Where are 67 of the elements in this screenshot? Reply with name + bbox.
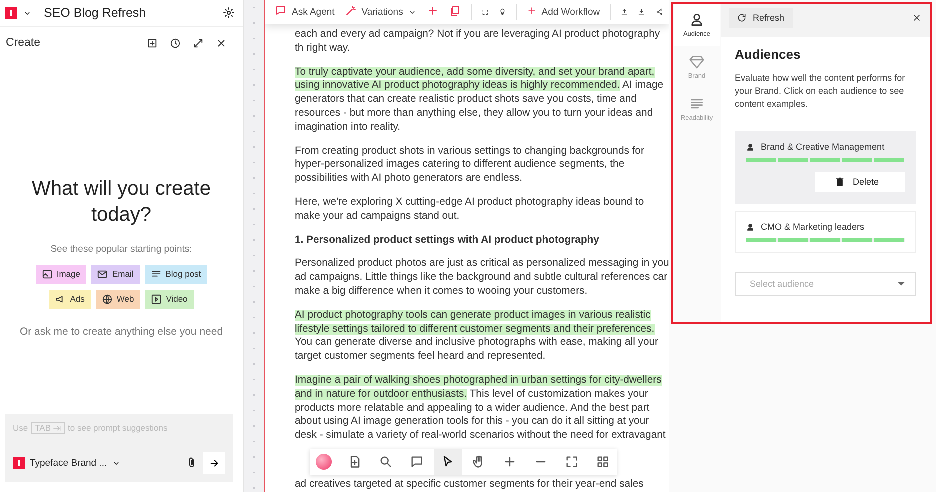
plus-icon <box>503 455 517 469</box>
paragraph: Here, we're exploring X cutting-edge AI product photography ideas bound to make your ad campaigns stand out. <box>295 196 646 224</box>
paragraph: From creating product shots in various settings to changing backgrounds for hyper-personalized images catering to different audience segments, the possibilities with AI photo generators are endless. <box>295 144 646 186</box>
project-title: SEO Blog Refresh <box>44 6 146 20</box>
cursor-icon <box>441 455 455 469</box>
variations-button[interactable]: Variations <box>344 4 418 20</box>
close-icon <box>912 13 922 23</box>
magic-wand-icon <box>344 4 357 17</box>
brand-selector[interactable]: Typeface Brand ... <box>30 458 108 468</box>
paragraph: To truly captivate your audience, add some diversity, and set your brand apart, using innovative AI product photography ideas is highly recommended. AI image generators that can create realistic product shots save you costs, time and resources - but more than anything else, they allow you to turn your ideas and imagination into reality. <box>295 66 665 135</box>
send-button[interactable] <box>203 452 225 474</box>
new-chat-icon <box>147 38 158 48</box>
starting-point-chip[interactable]: Ads <box>49 290 91 308</box>
fullscreen-icon <box>565 455 579 469</box>
grid-icon <box>596 455 610 469</box>
search-icon <box>379 455 393 469</box>
refresh-icon <box>737 13 747 23</box>
starting-point-chip[interactable]: Email <box>91 264 140 284</box>
plus-icon <box>427 4 440 17</box>
pointer-button[interactable] <box>434 449 462 475</box>
close-icon <box>216 38 227 48</box>
arrow-right-icon <box>208 458 220 468</box>
audience-name: Brand & Creative Management <box>761 142 885 152</box>
caret-down-icon <box>898 282 905 286</box>
envelope-icon <box>97 268 108 280</box>
app-logo[interactable] <box>5 7 17 19</box>
trash-icon <box>834 177 845 187</box>
play-icon <box>151 294 162 304</box>
paragraph: AI product photography tools can generate product images in various realistic lifestyle settings tailored to different customer segments and their preferences. You can generate diverse and inclusive photographs with ease, making all your target customer segments feel heard and represented. <box>295 308 660 364</box>
panel-description: Evaluate how well the content performs for your Brand. Click on each audience to see content examples. <box>735 72 906 111</box>
add-page-icon <box>348 455 362 469</box>
expand-icon <box>193 38 204 48</box>
globe-icon <box>102 294 113 304</box>
paragraph: Imagine a pair of walking shoes photographed in urban settings for city-dwellers and in nature for outdoor enthusiasts. This level of customization makes your products more relatable and appealing to a wider audience. And the best part about using AI image generation tools for this - you can do it all sitting at your desk - simulate a variety of real-world scenarios without the need for extravagant <box>295 374 667 443</box>
image-icon <box>42 268 53 280</box>
history-icon <box>170 38 181 48</box>
audience-card[interactable]: CMO & Marketing leaders <box>735 211 916 253</box>
plus-icon <box>526 6 537 16</box>
lines-icon <box>150 268 162 280</box>
delete-button[interactable]: Delete <box>814 172 905 192</box>
panel-heading: Audiences <box>735 47 802 62</box>
starting-point-chip[interactable]: Blog post <box>144 264 208 284</box>
close-button[interactable] <box>912 13 922 23</box>
create-heading: What will you create today? <box>31 176 212 228</box>
brand-logo <box>13 457 25 469</box>
paragraph: Personalized product photos are just as critical as personalized messaging in you ad campaigns. Little things like the background and subtle cultural references car make a big difference when it comes to wooing your customers. <box>295 257 669 299</box>
section-heading: 1. Personalized product settings with AI product photography <box>295 234 600 248</box>
person-icon <box>689 12 705 28</box>
audience-name: CMO & Marketing leaders <box>761 222 865 232</box>
person-icon <box>746 222 755 232</box>
paragraph: each and every ad campaign? Not if you are leveraging AI product photography th right way. <box>295 28 662 56</box>
starting-point-chip[interactable]: Video <box>145 290 194 308</box>
ask-agent-button[interactable]: Ask Agent <box>275 4 335 20</box>
hint-text: Or ask me to create anything else you need <box>20 326 224 338</box>
audience-card[interactable]: Brand & Creative Management Delete <box>735 131 916 204</box>
starting-point-chip[interactable]: Image <box>36 264 86 284</box>
starting-points-label: See these popular starting points: <box>50 244 192 254</box>
paragraph: ad creatives targeted at specific customer segments for their year-end sales <box>294 478 645 492</box>
starting-point-chip[interactable]: Web <box>96 290 140 308</box>
refresh-button[interactable]: Refresh <box>729 8 793 28</box>
add-workflow-button[interactable]: Add Workflow <box>526 6 600 19</box>
tab-arrow-icon <box>53 424 62 432</box>
person-icon <box>746 142 755 152</box>
comment-icon <box>410 455 424 469</box>
panel-title: Create <box>6 37 42 49</box>
diamond-icon <box>689 54 705 70</box>
copy-icon <box>449 4 462 17</box>
